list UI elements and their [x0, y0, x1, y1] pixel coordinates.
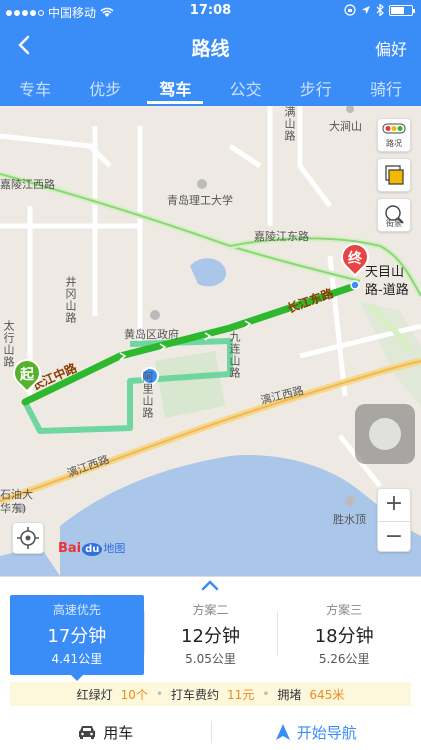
locate-icon: [17, 527, 39, 549]
traffic-light-icon: [382, 123, 406, 134]
start-pin-label: 起: [20, 367, 34, 383]
start-navigation-button[interactable]: 开始导航: [210, 713, 421, 750]
mode-tabs: 专车 优步 驾车 公交 步行 骑行: [0, 68, 421, 106]
logo-map-text: 地图: [103, 542, 126, 555]
plan-distance: 5.26公里: [318, 652, 370, 666]
zoom-in-button[interactable]: +: [378, 489, 410, 521]
route-panel: 高速优先 17分钟 4.41公里 方案二 12分钟 5.05公里 方案三 18分…: [0, 576, 421, 750]
start-navigation-label: 开始导航: [296, 723, 357, 742]
zoom-out-button[interactable]: −: [378, 521, 410, 553]
logo-bai: Bai: [58, 541, 82, 556]
start-pin[interactable]: 起: [7, 353, 47, 399]
status-bar: 中国移动 17:08: [0, 0, 421, 22]
tab-driving[interactable]: 驾车: [140, 68, 210, 106]
tab-cycling[interactable]: 骑行: [351, 68, 421, 106]
navigation-arrow-icon: [275, 724, 290, 740]
page-title: 路线: [191, 38, 230, 60]
plan-distance: 4.41公里: [51, 652, 103, 666]
label-jinggangshan: 井冈山路: [64, 276, 77, 324]
map-canvas: [0, 106, 421, 576]
traffic-button-label: 路况: [386, 139, 402, 148]
traffic-button[interactable]: 路况: [377, 118, 411, 152]
logo-du: du: [82, 543, 103, 556]
label-jialingjiang-west: 嘉陵江西路: [0, 178, 55, 191]
plan-option-1[interactable]: 高速优先 17分钟 4.41公里: [10, 595, 144, 681]
label-huangdao-gov: 黄岛区政府: [124, 328, 179, 341]
status-right: [344, 4, 415, 16]
label-alishan: 阿里山路: [141, 371, 154, 419]
zoom-control: + −: [377, 488, 411, 552]
orientation-lock-icon: [344, 4, 356, 16]
tab-uber[interactable]: 优步: [70, 68, 140, 106]
chevron-up-icon[interactable]: [200, 579, 220, 591]
plan-name: 高速优先: [52, 603, 101, 617]
taxi-fare-label: 打车费约: [171, 687, 220, 702]
map-view[interactable]: 大涧山 满山路 嘉陵江西路 青岛理工大学 嘉陵江东路 井冈山路 黄岛区政府 长江…: [0, 106, 421, 576]
label-tianmushan: 天目山路-道路: [365, 265, 409, 298]
label-top-road: 满山路: [283, 106, 296, 142]
tab-zhuanche[interactable]: 专车: [0, 68, 70, 106]
layers-icon: [385, 165, 404, 185]
streetview-button-label: 街景: [386, 219, 402, 228]
plan-duration: 12分钟: [181, 626, 240, 647]
label-jialingjiang-east: 嘉陵江东路: [254, 230, 309, 243]
label-dajian: 大涧山: [329, 120, 362, 133]
streetview-button[interactable]: 街景: [377, 198, 411, 232]
car-service-button[interactable]: 用车: [0, 713, 211, 750]
label-qingdao-univ: 青岛理工大学: [167, 194, 233, 207]
east-green: [360, 301, 421, 406]
poi-gov-dot: [150, 310, 160, 320]
label-jiulianshan: 九连山路: [228, 331, 241, 379]
route-info-bar: 红绿灯 10个 • 打车费约 11元 • 拥堵 645米: [10, 682, 411, 706]
poi-shengshui-dot: [345, 496, 355, 506]
info-separator: •: [262, 687, 270, 701]
pond-water: [190, 258, 227, 287]
poi-university-dot: [197, 179, 207, 189]
nav-row: 路线 偏好: [0, 24, 421, 68]
bluetooth-icon: [376, 4, 384, 16]
end-pin-label: 终: [348, 251, 362, 267]
tab-walking[interactable]: 步行: [281, 68, 351, 106]
end-pin[interactable]: 终: [335, 237, 375, 283]
plan-duration: 17分钟: [47, 626, 107, 647]
plan-option-3[interactable]: 方案三 18分钟 5.26公里: [277, 595, 411, 675]
preference-button[interactable]: 偏好: [375, 36, 407, 60]
congestion-value: 645米: [309, 687, 345, 702]
assistive-touch-button[interactable]: [355, 404, 415, 464]
car-icon: [79, 726, 96, 739]
route-plans: 高速优先 17分钟 4.41公里 方案二 12分钟 5.05公里 方案三 18分…: [10, 595, 411, 681]
label-huadong: 华东): [0, 502, 27, 515]
locate-button[interactable]: [12, 522, 44, 554]
location-arrow-icon: [362, 6, 370, 14]
park-area: [155, 351, 225, 418]
label-shengshuiding: 胜水顶: [333, 513, 366, 526]
traffic-lights-value: 10个: [120, 687, 148, 702]
plan-name: 方案三: [326, 603, 363, 617]
baidu-map-logo: Bai du 地图: [58, 540, 125, 556]
battery-icon: [389, 4, 415, 16]
top-bar: 中国移动 17:08 路线 偏好 专车 优步 驾车 公交 步行 骑行: [0, 0, 421, 106]
action-bar: 用车 开始导航: [0, 713, 421, 750]
congestion-label: 拥堵: [277, 687, 302, 702]
plan-duration: 18分钟: [314, 626, 374, 647]
plan-name: 方案二: [192, 603, 229, 617]
info-separator: •: [155, 687, 164, 701]
traffic-lights-label: 红绿灯: [76, 687, 113, 702]
plan-option-2[interactable]: 方案二 12分钟 5.05公里: [143, 595, 278, 675]
layers-button[interactable]: [377, 158, 411, 192]
tab-bus[interactable]: 公交: [211, 68, 281, 106]
poi-dajian-dot: [346, 106, 354, 113]
plan-distance: 5.05公里: [185, 652, 236, 666]
route-screen: 中国移动 17:08 路线 偏好 专车 优步 驾车 公交 步行 骑行 大涧山 满…: [0, 0, 421, 750]
car-service-label: 用车: [103, 723, 134, 742]
taxi-fare-value: 11元: [227, 687, 255, 702]
